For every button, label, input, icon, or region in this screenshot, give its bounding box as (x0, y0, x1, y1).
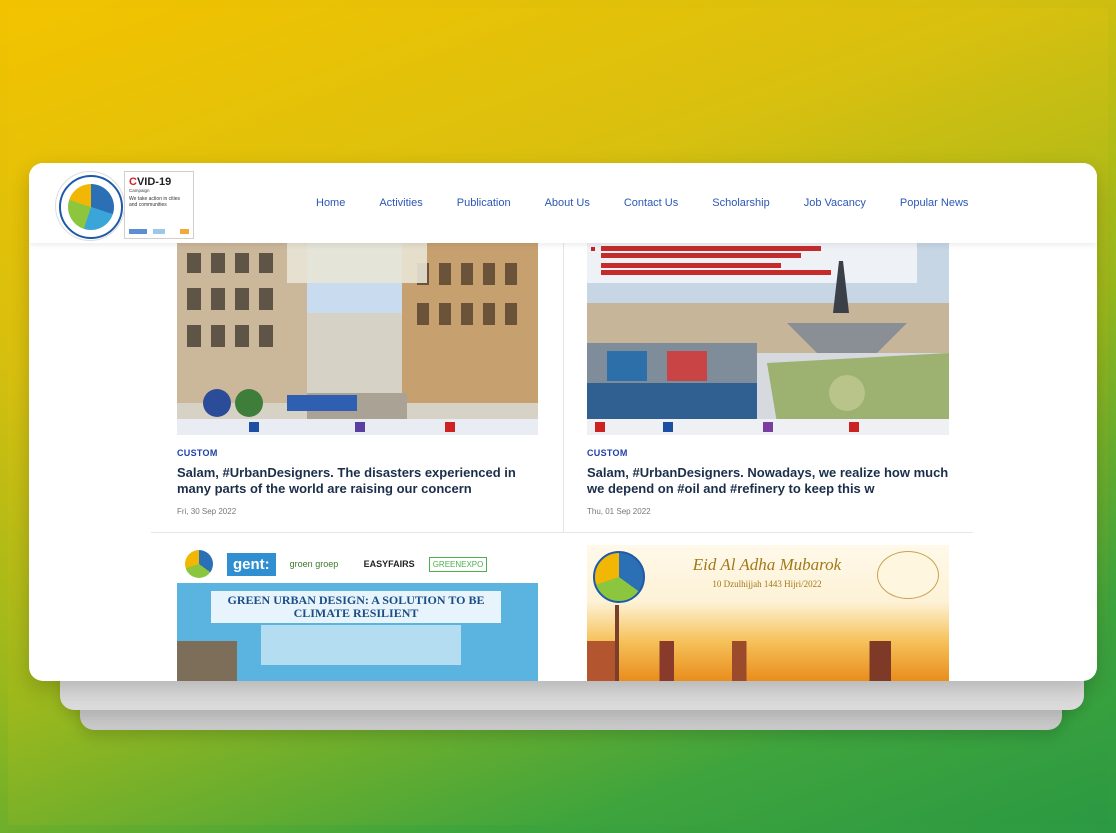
calligraphy-emblem (877, 551, 939, 599)
nav-contact-us[interactable]: Contact Us (624, 197, 678, 209)
site-header: CVID-19 Campaign We take action in citie… (29, 163, 1097, 243)
main-nav: Home Activities Publication About Us Con… (316, 197, 1002, 209)
nav-activities[interactable]: Activities (379, 197, 422, 209)
nav-publication[interactable]: Publication (457, 197, 511, 209)
apud-logo (593, 551, 645, 603)
post-date: Fri, 30 Sep 2022 (177, 507, 237, 516)
post-image-city-street[interactable] (177, 243, 538, 435)
expo-body-text-block (261, 625, 461, 665)
street-photo-illustration (177, 243, 538, 435)
groen-groep-logo: groen groep (289, 559, 339, 569)
nav-scholarship[interactable]: Scholarship (712, 197, 769, 209)
covid-badge-subtitle: Campaign (129, 188, 150, 193)
post-date: Thu, 01 Sep 2022 (587, 507, 651, 516)
cathedral-silhouette (177, 641, 237, 681)
eid-subheading: 10 Dzulhijjah 1443 Hijri/2022 (712, 579, 822, 589)
post-card[interactable]: CUSTOM Salam, #UrbanDesigners. The disas… (151, 243, 563, 532)
post-card[interactable]: gent: groen groep EASYFAIRS GREENEXPO GR… (151, 533, 563, 681)
nav-popular-news[interactable]: Popular News (900, 197, 968, 209)
eid-heading: Eid Al Adha Mubarok (692, 555, 842, 574)
post-card[interactable]: Eid Al Adha Mubarok 10 Dzulhijjah 1443 H… (564, 533, 973, 681)
post-category-tag[interactable]: CUSTOM (177, 448, 218, 458)
nav-job-vacancy[interactable]: Job Vacancy (804, 197, 866, 209)
post-grid: CUSTOM Salam, #UrbanDesigners. The disas… (29, 243, 1097, 681)
nav-home[interactable]: Home (316, 197, 345, 209)
easyfairs-logo: EASYFAIRS (363, 559, 415, 569)
expo-heading: GREEN URBAN DESIGN: A SOLUTION TO BE CLI… (211, 591, 501, 623)
post-image-green-urban-design[interactable]: gent: groen groep EASYFAIRS GREENEXPO GR… (177, 545, 538, 681)
gent-logo: gent: (227, 552, 276, 576)
nav-about-us[interactable]: About Us (545, 197, 590, 209)
post-category-tag[interactable]: CUSTOM (587, 448, 628, 458)
site-logo[interactable] (55, 171, 125, 241)
covid-badge-partners (129, 229, 189, 234)
city-skyline (587, 641, 949, 681)
expo-logos-bar: gent: groen groep EASYFAIRS GREENEXPO (177, 545, 538, 583)
expo-logo-circle (185, 550, 213, 578)
post-title[interactable]: Salam, #UrbanDesigners. Nowadays, we rea… (587, 465, 959, 497)
post-image-eid-al-adha[interactable]: Eid Al Adha Mubarok 10 Dzulhijjah 1443 H… (587, 545, 949, 681)
post-title[interactable]: Salam, #UrbanDesigners. The disasters ex… (177, 465, 549, 497)
tower-spire (615, 605, 619, 681)
logo-emblem (68, 184, 114, 230)
post-card[interactable]: CUSTOM Salam, #UrbanDesigners. Nowadays,… (564, 243, 973, 532)
greenexpo-logo: GREENEXPO (428, 556, 488, 572)
browser-window: CVID-19 Campaign We take action in citie… (29, 163, 1097, 681)
refinery-photo-illustration (587, 243, 949, 435)
covid-badge-text: We take action in cities and communities (129, 196, 181, 208)
covid-badge[interactable]: CVID-19 Campaign We take action in citie… (124, 171, 194, 239)
post-image-refinery[interactable] (587, 243, 949, 435)
covid-badge-title: CVID-19 (129, 176, 172, 188)
